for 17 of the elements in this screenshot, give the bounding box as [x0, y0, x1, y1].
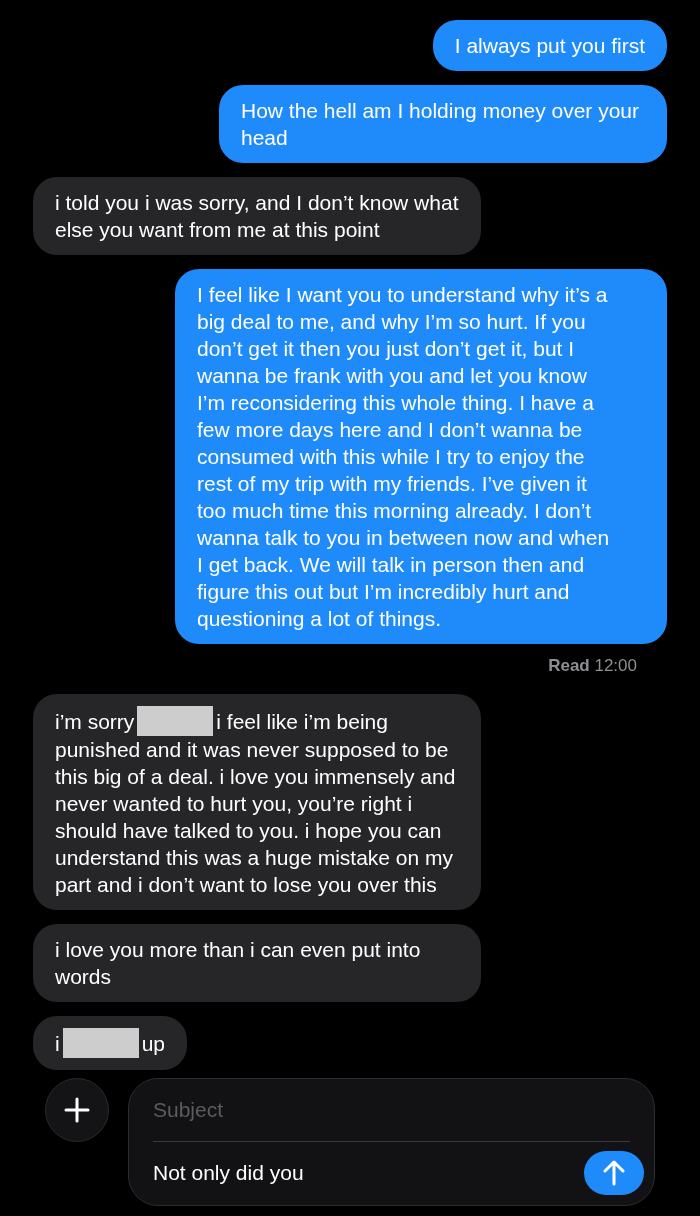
message-field[interactable]: Subject Not only did you [128, 1078, 655, 1206]
message-text: i told you i was sorry, and I don’t know what else you want from me at this point [55, 190, 459, 243]
plus-icon [64, 1097, 90, 1123]
message-input[interactable]: Not only did you [153, 1153, 584, 1194]
message-text: up [141, 1032, 166, 1055]
message-text: i feel like i’m being [216, 710, 388, 733]
message-text: punished and it was never supposed to be this big of a deal. i love you immensely and never wanted to hurt you, you’re right i should have talked to you. i hope you can understand this was a huge mistake on my part and i don’t want to lose you over this [55, 737, 457, 898]
message-text: I always put you first [454, 33, 645, 59]
message-text: i [55, 1032, 60, 1055]
message-text: i love you more than i can even put into words [55, 937, 422, 990]
arrow-up-icon [603, 1160, 625, 1187]
subject-field[interactable]: Subject [153, 1079, 630, 1142]
message-text: i’m sorry [55, 710, 135, 733]
send-button[interactable] [584, 1151, 644, 1196]
message-text: How the hell am I holding money over your head [241, 98, 641, 151]
read-receipt: Read 12:00 [548, 656, 637, 676]
message-text: I feel like I want you to understand why it’s a big deal to me, and why I’m so hurt. If you don’t get it then you just don’t get it, but I wanna be frank with you and let you know I’m reconsidering this whole thing. I have a few more days here and I don’t wanna be consumed with this while I try to enjoy the rest of my trip with my friends. I’ve given it too much time this morning already. I don’t wanna talk to you in between now and when I get back. We will talk in person then and figure this out but I’m incredibly hurt and questioning a lot of things. [197, 282, 611, 632]
